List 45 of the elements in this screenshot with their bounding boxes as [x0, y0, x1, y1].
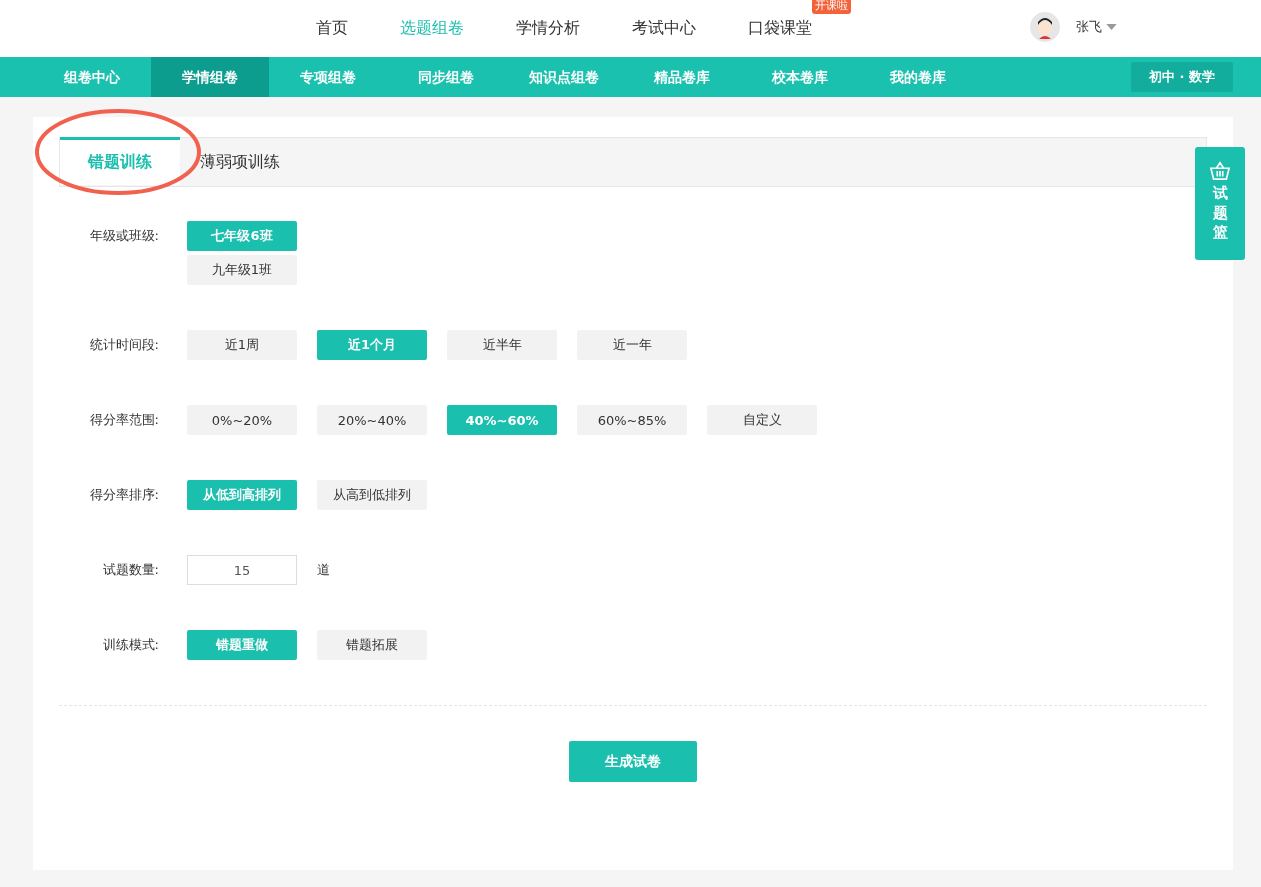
sub-nav-tab[interactable]: 同步组卷 [387, 57, 505, 97]
basket-icon [1209, 161, 1231, 181]
sub-nav-tab[interactable]: 精品卷库 [623, 57, 741, 97]
field-label: 试题数量: [101, 561, 160, 579]
option-button[interactable]: 错题拓展 [317, 630, 427, 660]
nav-link[interactable]: 选题组卷 [400, 18, 464, 39]
subject-selector[interactable]: 初中 · 数学 [1131, 62, 1233, 92]
tab[interactable]: 错题训练 [60, 137, 180, 185]
sub-nav-tab[interactable]: 校本卷库 [741, 57, 859, 97]
tab[interactable]: 薄弱项训练 [180, 138, 300, 186]
option-button[interactable]: 自定义 [707, 405, 817, 435]
field-label: 得分率范围: [88, 411, 160, 429]
sub-nav-tab[interactable]: 专项组卷 [269, 57, 387, 97]
basket-button[interactable]: 试题篮 [1195, 147, 1245, 260]
sub-nav-tab[interactable]: 知识点组卷 [505, 57, 623, 97]
option-button[interactable]: 近半年 [447, 330, 557, 360]
unit-label: 道 [317, 561, 330, 579]
field-label: 年级或班级: [88, 227, 160, 245]
field-label: 得分率排序: [88, 486, 160, 504]
option-button[interactable]: 20%~40% [317, 405, 427, 435]
nav-link[interactable]: 学情分析 [516, 18, 580, 39]
option-button[interactable]: 60%~85% [577, 405, 687, 435]
sub-nav-tab[interactable]: 学情组卷 [151, 57, 269, 97]
option-button[interactable]: 七年级6班 [187, 221, 297, 251]
option-button[interactable]: 错题重做 [187, 630, 297, 660]
field-label: 统计时间段: [88, 336, 160, 354]
option-button[interactable]: 九年级1班 [187, 255, 297, 285]
option-button[interactable]: 近1周 [187, 330, 297, 360]
sub-nav-tab[interactable]: 我的卷库 [859, 57, 977, 97]
count-input[interactable]: 15 [187, 555, 297, 585]
option-button[interactable]: 0%~20% [187, 405, 297, 435]
option-button[interactable]: 从低到高排列 [187, 480, 297, 510]
nav-link[interactable]: 考试中心 [632, 18, 696, 39]
field-label: 训练模式: [101, 636, 160, 654]
sub-nav-tab[interactable]: 组卷中心 [33, 57, 151, 97]
option-button[interactable]: 40%~60% [447, 405, 557, 435]
option-button[interactable]: 从高到低排列 [317, 480, 427, 510]
option-button[interactable]: 近一年 [577, 330, 687, 360]
user-name[interactable]: 张飞 [1076, 18, 1102, 36]
option-button[interactable]: 近1个月 [317, 330, 427, 360]
caret-icon[interactable] [1106, 24, 1117, 30]
avatar-icon[interactable] [1030, 12, 1060, 42]
nav-link[interactable]: 首页 [316, 18, 348, 39]
generate-button[interactable]: 生成试卷 [569, 741, 697, 782]
new-badge: 开课啦 [812, 0, 851, 14]
